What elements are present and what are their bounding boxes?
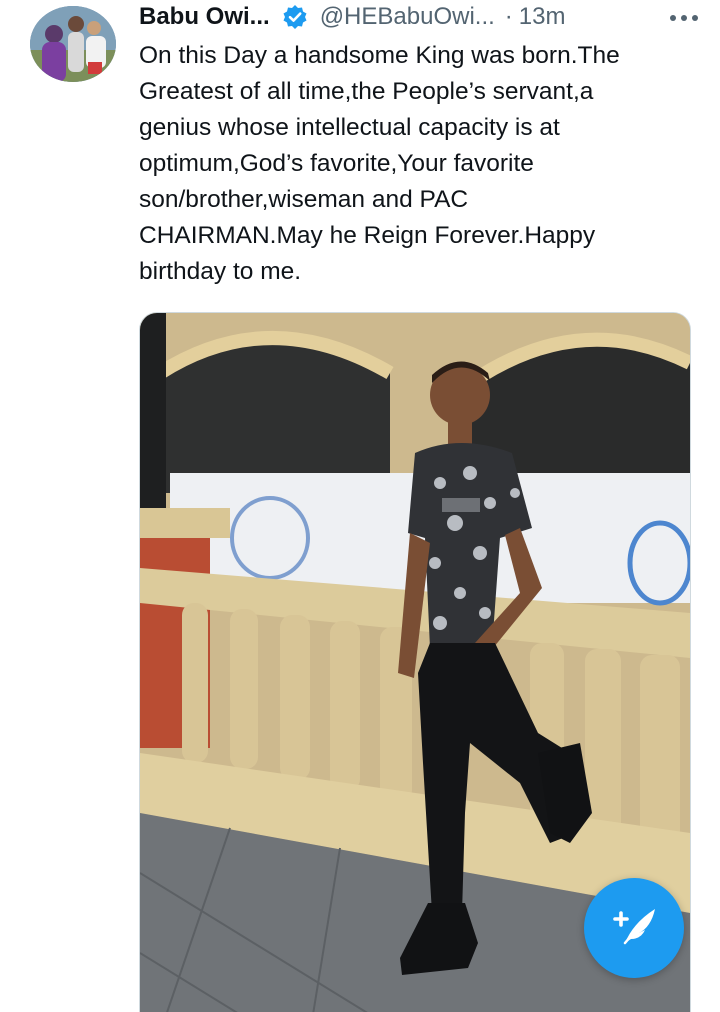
display-name[interactable]: Babu Owi... bbox=[139, 3, 270, 31]
tweet-text-line: Greatest of all time,the People’s servan… bbox=[139, 78, 594, 105]
compose-tweet-icon bbox=[605, 897, 663, 960]
tweet-text: On this Day a handsome King was born.The… bbox=[139, 38, 699, 290]
verified-badge-icon bbox=[282, 4, 308, 30]
compose-tweet-button[interactable] bbox=[584, 878, 684, 978]
tweet: Babu Owi... @HEBabuOwi... · 13m On this … bbox=[0, 0, 720, 1012]
tweet-text-line: optimum,God’s favorite,Your favorite bbox=[139, 150, 534, 177]
tweet-text-line: On this Day a handsome King was born.The bbox=[139, 42, 620, 69]
tweet-header: Babu Owi... @HEBabuOwi... · 13m bbox=[139, 0, 700, 34]
tweet-text-line: son/brother,wiseman and PAC bbox=[139, 186, 469, 213]
more-options-icon[interactable] bbox=[668, 7, 700, 27]
tweet-text-line: CHAIRMAN.May he Reign Forever.Happy bbox=[139, 222, 596, 249]
tweet-text-line: birthday to me. bbox=[139, 258, 302, 285]
user-handle[interactable]: @HEBabuOwi... bbox=[320, 3, 495, 31]
avatar-photo bbox=[30, 6, 116, 82]
tweet-timestamp[interactable]: 13m bbox=[519, 3, 566, 31]
avatar[interactable] bbox=[30, 6, 116, 82]
tweet-text-line: genius whose intellectual capacity is at bbox=[139, 114, 560, 141]
separator-dot: · bbox=[504, 3, 513, 30]
